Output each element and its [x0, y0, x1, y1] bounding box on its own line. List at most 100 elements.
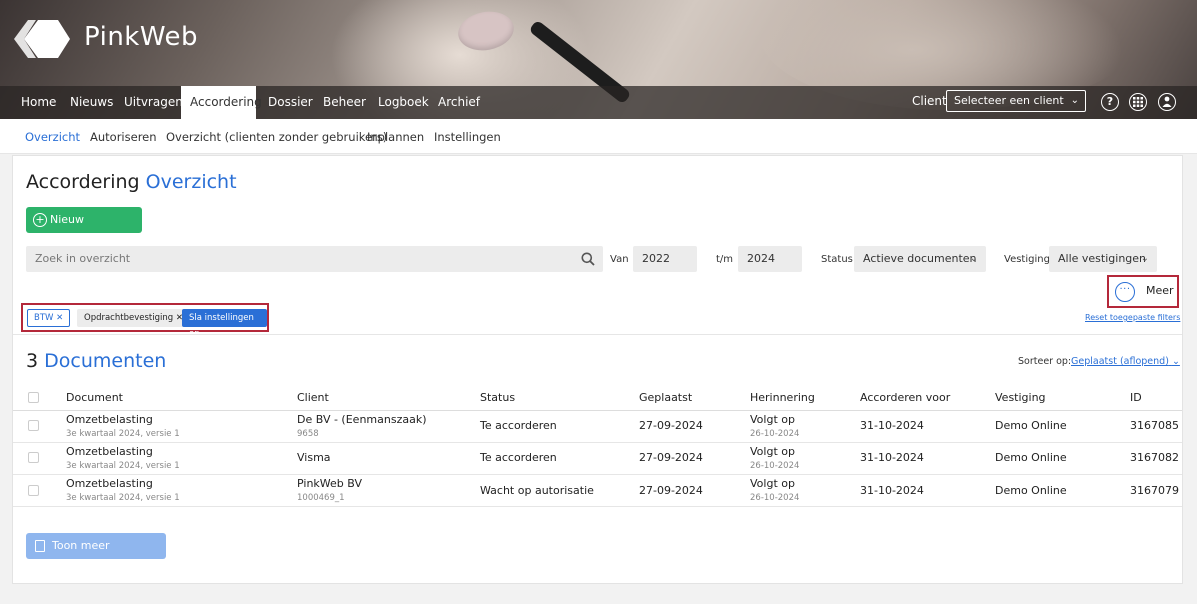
search-input[interactable]: Zoek in overzicht	[26, 246, 603, 272]
meer-label: Meer	[1146, 284, 1174, 297]
nav-dossier[interactable]: Dossier	[262, 86, 319, 119]
select-all-checkbox[interactable]	[28, 392, 39, 403]
results-number: 3	[26, 350, 39, 372]
tm-label: t/m	[716, 254, 734, 265]
row-geplaatst: 27-09-2024	[639, 419, 703, 432]
row-client: PinkWeb BV	[297, 477, 363, 490]
column-header-document[interactable]: Document	[66, 391, 123, 404]
show-more-results-button[interactable]: Toon meer resultaten	[26, 533, 166, 578]
sort-label: Sorteer op:	[1018, 356, 1072, 367]
column-header-herinnering[interactable]: Herinnering	[750, 391, 815, 404]
row-document[interactable]: Omzetbelasting	[66, 477, 153, 490]
meer-button[interactable]: ··· Meer	[1107, 275, 1179, 308]
row-checkbox[interactable]	[28, 420, 39, 431]
save-settings-button[interactable]: Sla instellingen op	[182, 309, 267, 339]
row-herinnering: Volgt op	[750, 477, 795, 490]
close-icon[interactable]: ✕	[56, 313, 63, 323]
row-document-sub: 3e kwartaal 2024, versie 1	[66, 461, 180, 471]
row-id: 3167085	[1130, 419, 1179, 432]
row-id: 3167082	[1130, 451, 1179, 464]
subnav-autoriseren[interactable]: Autoriseren	[90, 130, 157, 144]
client-select[interactable]: Selecteer een client ⌄	[946, 90, 1086, 112]
subnav-overzicht-zonder-gebruikers[interactable]: Overzicht (clienten zonder gebruikers)	[166, 130, 387, 144]
filter-chip-btw[interactable]: BTW ✕	[27, 309, 71, 327]
row-client: Visma	[297, 451, 331, 464]
nav-beheer[interactable]: Beheer	[317, 86, 372, 119]
filter-chip-opdrachtbevestiging[interactable]: Opdrachtbevestiging ✕	[77, 309, 190, 327]
filter-chip-label: BTW	[34, 313, 54, 323]
row-checkbox[interactable]	[28, 452, 39, 463]
row-geplaatst: 27-09-2024	[639, 484, 703, 497]
row-status: Te accorderen	[480, 451, 557, 464]
user-icon[interactable]	[1158, 93, 1176, 111]
document-icon	[35, 540, 45, 552]
nav-home[interactable]: Home	[15, 86, 62, 119]
sub-nav: Overzicht Autoriseren Overzicht (cliente…	[0, 119, 1197, 154]
nav-nieuws[interactable]: Nieuws	[64, 86, 119, 119]
active-filter-chips: BTW ✕ Opdrachtbevestiging ✕ Sla instelli…	[21, 303, 269, 339]
app-name[interactable]: PinkWeb	[84, 22, 198, 52]
row-vestiging: Demo Online	[995, 484, 1067, 497]
results-count: 3 Documenten	[26, 350, 166, 372]
tm-input[interactable]: 2024	[738, 246, 802, 272]
subnav-instellingen[interactable]: Instellingen	[434, 130, 501, 144]
subnav-inplannen[interactable]: Inplannen	[367, 130, 424, 144]
row-herinnering-sub: 26-10-2024	[750, 429, 800, 439]
row-accorderen: 31-10-2024	[860, 484, 924, 497]
row-document[interactable]: Omzetbelasting	[66, 413, 153, 426]
subnav-overzicht[interactable]: Overzicht	[25, 130, 80, 144]
row-document-sub: 3e kwartaal 2024, versie 1	[66, 493, 180, 503]
row-accorderen: 31-10-2024	[860, 451, 924, 464]
client-select-value: Selecteer een client	[954, 94, 1064, 107]
page-title-prefix: Accordering	[26, 171, 140, 193]
plus-circle-icon: +	[33, 213, 47, 227]
column-header-id[interactable]: ID	[1130, 391, 1142, 404]
column-header-accorderen-voor[interactable]: Accorderen voor	[860, 391, 950, 404]
vestiging-label: Vestiging	[1004, 254, 1050, 265]
row-checkbox[interactable]	[28, 485, 39, 496]
row-id: 3167079	[1130, 484, 1179, 497]
row-document[interactable]: Omzetbelasting	[66, 445, 153, 458]
pinkweb-logo-icon[interactable]	[14, 14, 70, 64]
chevron-down-icon: ⌄	[1140, 253, 1149, 264]
apps-grid-icon[interactable]	[1129, 93, 1147, 111]
row-vestiging: Demo Online	[995, 451, 1067, 464]
nav-accordering[interactable]: Accordering	[181, 86, 262, 119]
table-header-line	[13, 410, 1182, 411]
row-geplaatst: 27-09-2024	[639, 451, 703, 464]
row-herinnering-sub: 26-10-2024	[750, 461, 800, 471]
van-input[interactable]: 2022	[633, 246, 697, 272]
overview-card: Accordering Overzicht + Nieuw document Z…	[12, 155, 1183, 584]
row-divider	[13, 474, 1182, 475]
sort-select[interactable]: Geplaatst (aflopend) ⌄	[1071, 356, 1180, 367]
row-divider	[13, 506, 1182, 507]
column-header-client[interactable]: Client	[297, 391, 329, 404]
status-select-value: Actieve documenten	[863, 252, 977, 265]
nav-logboek[interactable]: Logboek	[372, 86, 435, 119]
filter-chip-label: Opdrachtbevestiging	[84, 313, 174, 323]
page-title-accent: Overzicht	[145, 171, 237, 193]
column-header-vestiging[interactable]: Vestiging	[995, 391, 1046, 404]
new-document-button[interactable]: + Nieuw document	[26, 207, 142, 252]
vestiging-select[interactable]: Alle vestigingen ⌄	[1049, 246, 1157, 272]
column-header-geplaatst[interactable]: Geplaatst	[639, 391, 692, 404]
row-herinnering: Volgt op	[750, 445, 795, 458]
page-title: Accordering Overzicht	[26, 171, 237, 193]
chevron-down-icon: ⌄	[969, 253, 978, 264]
reset-filters-link[interactable]: Reset toegepaste filters	[1085, 313, 1180, 322]
row-herinnering: Volgt op	[750, 413, 795, 426]
search-icon[interactable]	[581, 252, 595, 266]
row-client: De BV - (Eenmanszaak)	[297, 413, 427, 426]
row-status: Te accorderen	[480, 419, 557, 432]
nav-archief[interactable]: Archief	[432, 86, 486, 119]
status-label: Status	[821, 254, 853, 265]
client-label: Client	[912, 94, 947, 108]
results-label: Documenten	[44, 350, 167, 372]
help-icon[interactable]: ?	[1101, 93, 1119, 111]
status-select[interactable]: Actieve documenten ⌄	[854, 246, 986, 272]
sort-select-value: Geplaatst (aflopend)	[1071, 356, 1169, 367]
chevron-down-icon: ⌄	[1070, 95, 1079, 106]
row-herinnering-sub: 26-10-2024	[750, 493, 800, 503]
column-header-status[interactable]: Status	[480, 391, 515, 404]
nav-uitvragen[interactable]: Uitvragen	[118, 86, 189, 119]
